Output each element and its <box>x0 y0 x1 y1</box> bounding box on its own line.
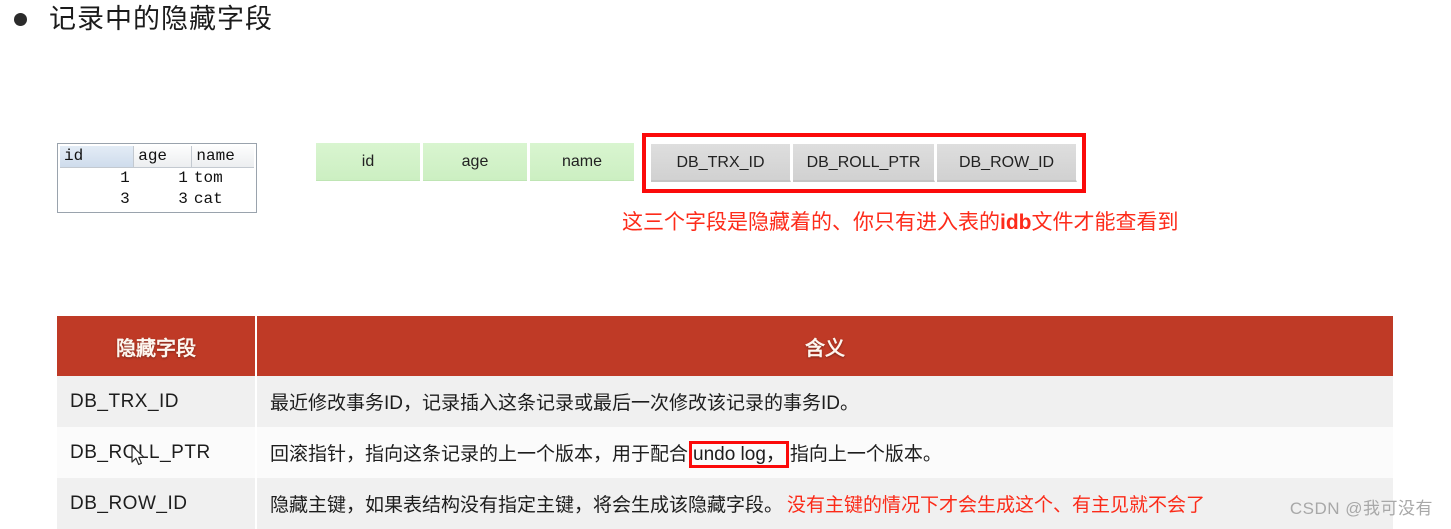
hidden-columns-highlight-box: DB_TRX_ID DB_ROLL_PTR DB_ROW_ID <box>642 133 1086 193</box>
meaning-text-prefix: 回滚指针，指向这条记录的上一个版本，用于配合 <box>270 444 689 465</box>
field-name-db-row-id: DB_ROW_ID <box>57 478 255 529</box>
result-grid-header-row: id age name <box>60 146 254 168</box>
meaning-text: 隐藏主键，如果表结构没有指定主键，将会生成该隐藏字段。 <box>270 495 784 516</box>
result-grid-header-id[interactable]: id <box>60 146 135 168</box>
page-title: 记录中的隐藏字段 <box>49 4 273 34</box>
row-layout-col-db-row-id: DB_ROW_ID <box>937 144 1077 182</box>
cell-age: 1 <box>133 167 192 189</box>
annotation-text-part2: 文件才能查看到 <box>1031 211 1179 234</box>
row-layout-col-db-roll-ptr: DB_ROLL_PTR <box>793 144 935 182</box>
slide-heading: 记录中的隐藏字段 <box>0 6 273 33</box>
result-grid: id age name 1 1 tom 3 3 cat <box>57 143 257 213</box>
meaning-table-header-meaning: 含义 <box>257 316 1393 376</box>
result-grid-header-age[interactable]: age <box>133 146 193 168</box>
meaning-table-header-row: 隐藏字段 含义 <box>57 316 1393 376</box>
bullet-dot-icon <box>14 13 27 26</box>
result-grid-row[interactable]: 1 1 tom <box>60 167 254 189</box>
table-row: DB_TRX_ID 最近修改事务ID，记录插入这条记录或最后一次修改该记录的事务… <box>57 376 1393 427</box>
meaning-db-row-id: 隐藏主键，如果表结构没有指定主键，将会生成该隐藏字段。 没有主键的情况下才会生成这… <box>257 478 1393 529</box>
annotation-db-row-id-note: 没有主键的情况下才会生成这个、有主见就不会了 <box>787 495 1206 516</box>
row-layout-col-name: name <box>530 143 634 181</box>
hidden-fields-meaning-table: 隐藏字段 含义 DB_TRX_ID 最近修改事务ID，记录插入这条记录或最后一次… <box>55 316 1395 529</box>
meaning-text-suffix: 指向上一个版本。 <box>789 444 942 465</box>
field-name-db-roll-ptr: DB_ROLL_PTR <box>57 427 255 478</box>
cell-id: 1 <box>60 167 134 189</box>
table-row: DB_ROLL_PTR 回滚指针，指向这条记录的上一个版本，用于配合 undo l… <box>57 427 1393 478</box>
cell-name: tom <box>191 167 254 189</box>
row-layout-col-age: age <box>423 143 527 181</box>
row-layout-col-id: id <box>316 143 420 181</box>
table-row: DB_ROW_ID 隐藏主键，如果表结构没有指定主键，将会生成该隐藏字段。 没有主… <box>57 478 1393 529</box>
undo-log-highlight: undo log， <box>689 441 789 468</box>
csdn-watermark: CSDN @我可没有 <box>1289 499 1433 518</box>
annotation-hidden-fields: 这三个字段是隐藏着的、你只有进入表的idb文件才能查看到 <box>622 206 1179 236</box>
row-layout-diagram: id age name DB_TRX_ID DB_ROLL_PTR DB_ROW… <box>316 133 1086 193</box>
meaning-db-trx-id: 最近修改事务ID，记录插入这条记录或最后一次修改该记录的事务ID。 <box>257 376 1393 427</box>
annotation-text-emphasis: idb <box>1000 211 1032 234</box>
cell-name: cat <box>191 189 254 210</box>
meaning-db-roll-ptr: 回滚指针，指向这条记录的上一个版本，用于配合 undo log， 指向上一个版本。 <box>257 427 1393 478</box>
cell-age: 3 <box>133 189 192 210</box>
meaning-table-header-field: 隐藏字段 <box>57 316 255 376</box>
cell-id: 3 <box>60 189 134 210</box>
field-name-db-trx-id: DB_TRX_ID <box>57 376 255 427</box>
annotation-text-part1: 这三个字段是隐藏着的、你只有进入表的 <box>622 211 1000 234</box>
result-grid-row[interactable]: 3 3 cat <box>60 189 254 210</box>
row-layout-col-db-trx-id: DB_TRX_ID <box>651 144 791 182</box>
result-grid-table: id age name 1 1 tom 3 3 cat <box>60 146 254 210</box>
result-grid-header-name[interactable]: name <box>191 146 254 168</box>
